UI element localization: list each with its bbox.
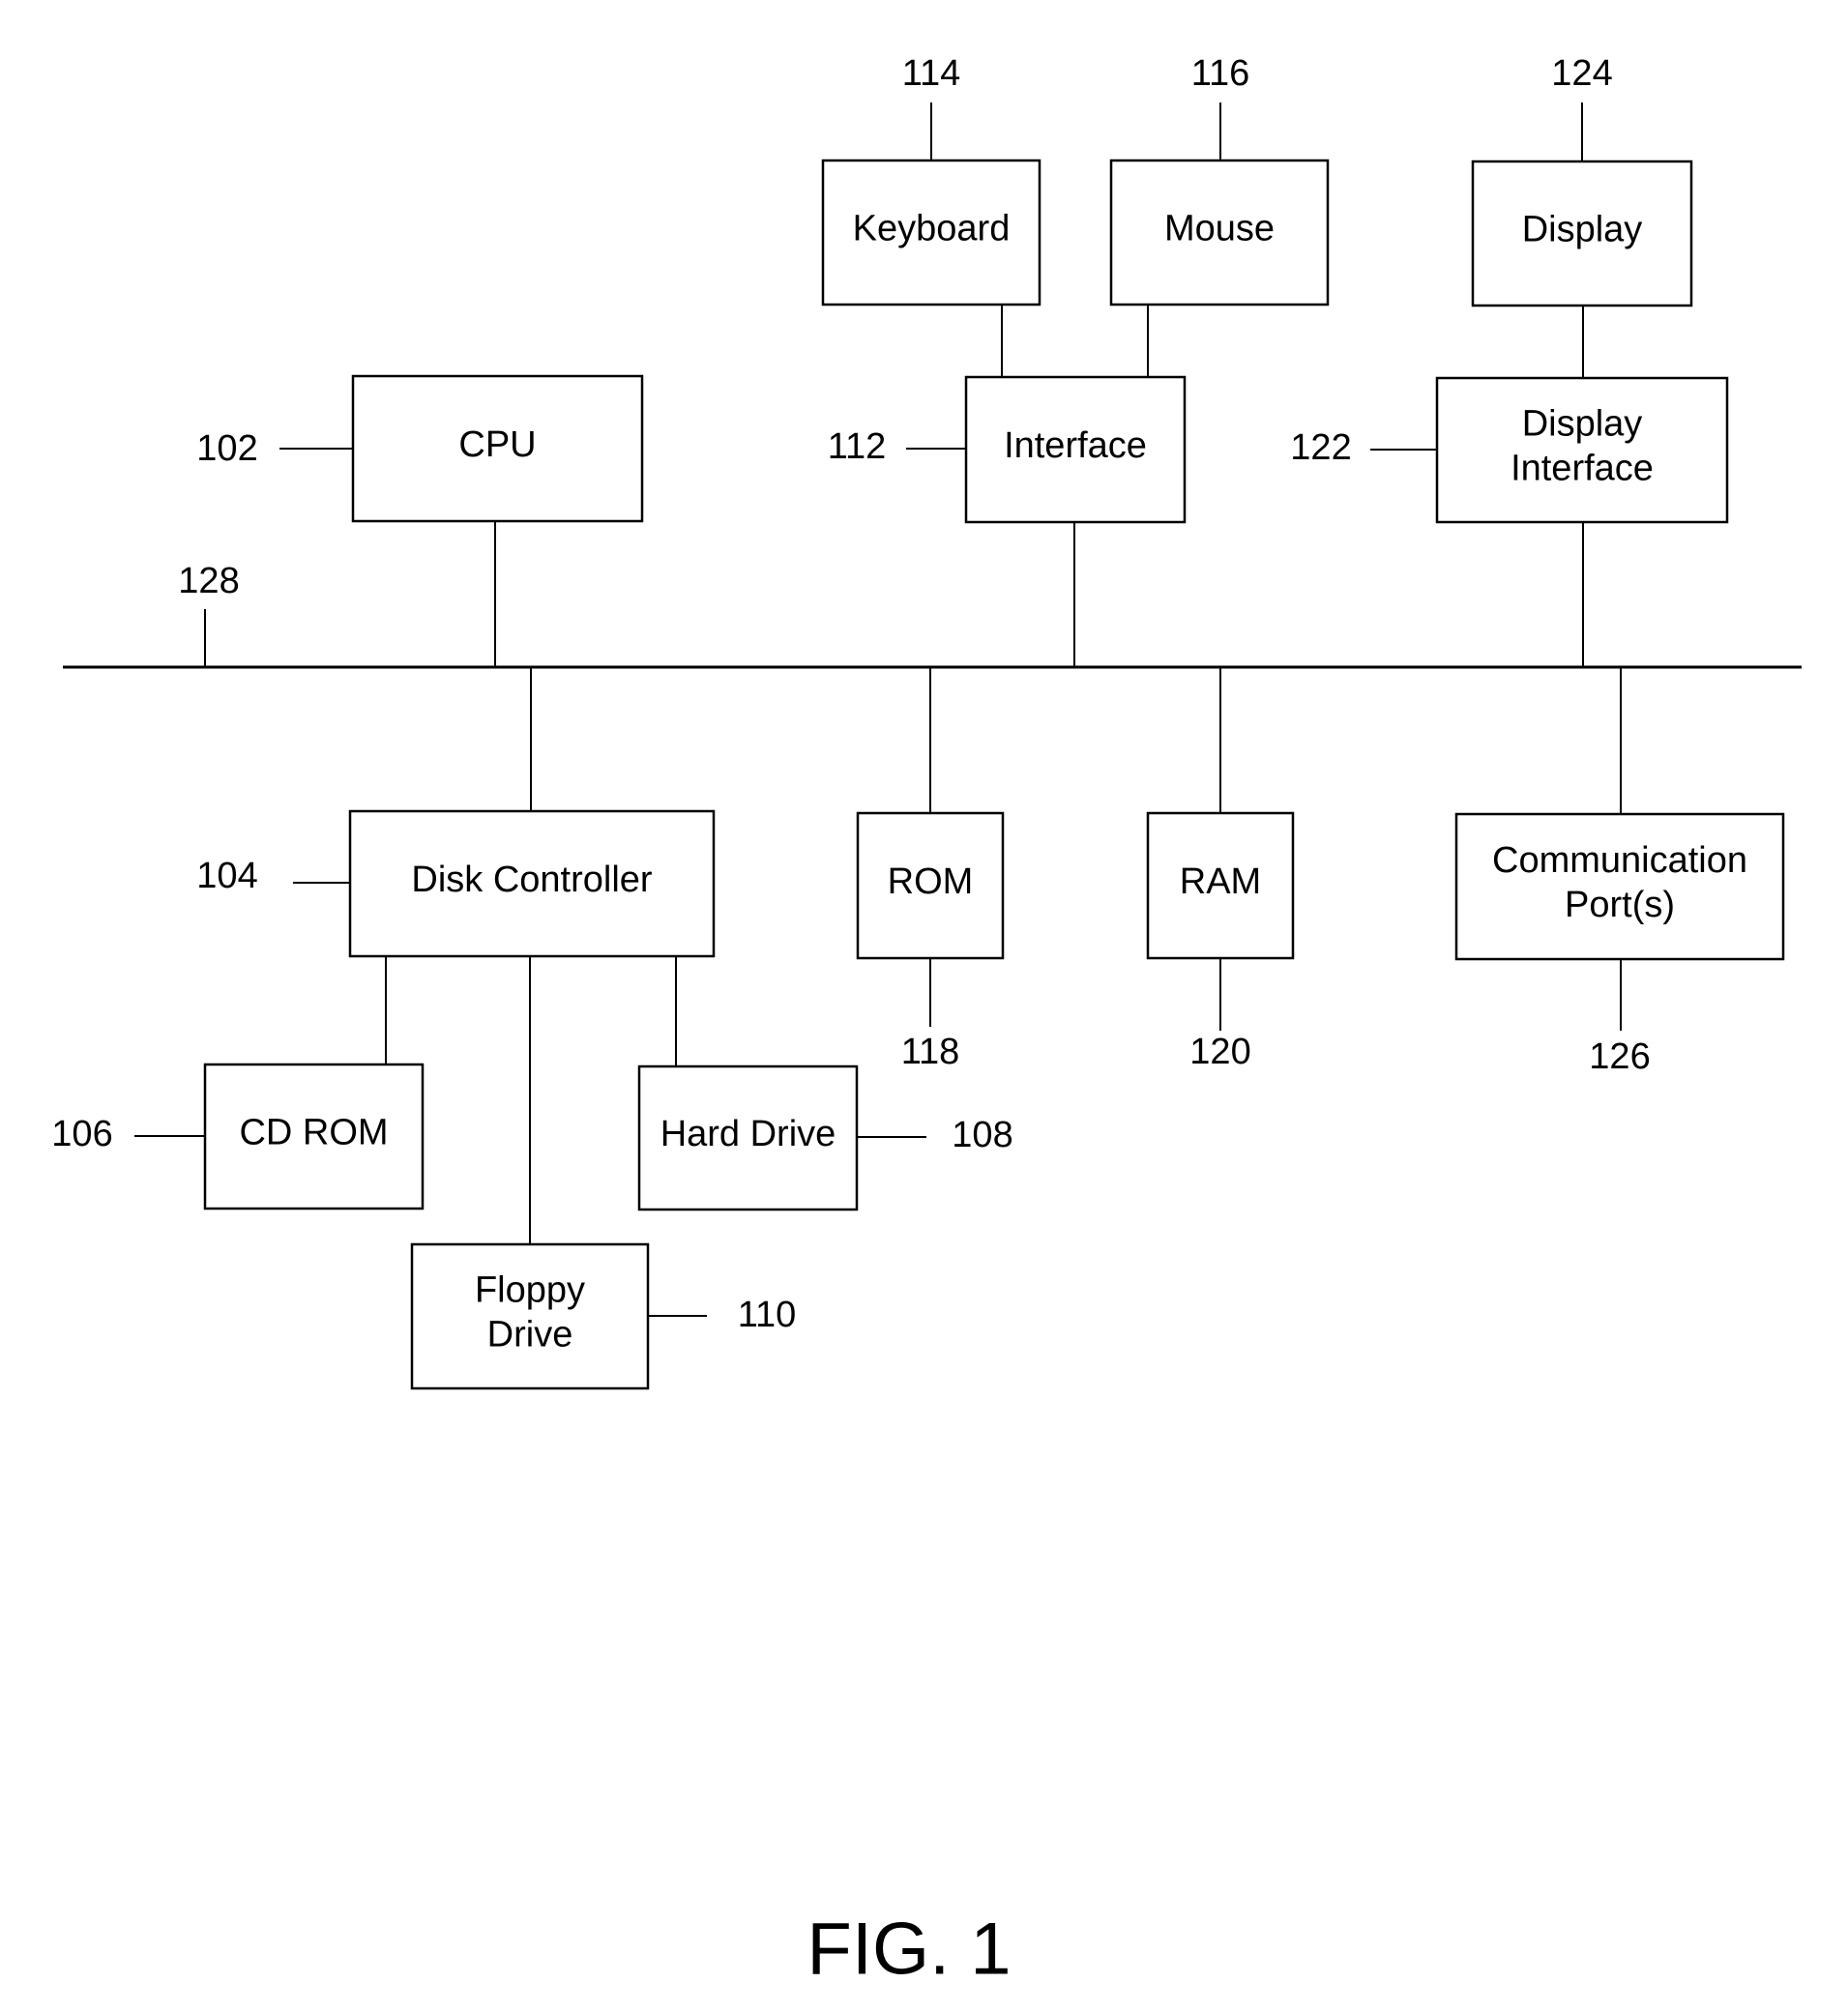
display-interface-block: DisplayInterface 122 xyxy=(1290,376,1729,524)
cpu-ref-label: 102 xyxy=(196,428,257,469)
hard-drive-ref-label: 108 xyxy=(952,1115,1012,1155)
hard-drive-block: Hard Drive 108 xyxy=(637,1064,1013,1211)
interface-block: Interface 112 xyxy=(828,375,1187,524)
communication-ports-label: Port(s) xyxy=(1565,885,1675,925)
communication-ports-block: CommunicationPort(s) 126 xyxy=(1454,812,1785,1077)
ram-ref-label: 120 xyxy=(1189,1032,1250,1072)
floppy-drive-block: FloppyDrive 110 xyxy=(410,1242,797,1390)
display-ref-label: 124 xyxy=(1551,53,1612,94)
cpu-label: CPU xyxy=(458,424,536,465)
display-interface-label: Interface xyxy=(1511,449,1654,489)
display-label: Display xyxy=(1522,210,1643,250)
keyboard-label: Keyboard xyxy=(853,209,1011,249)
floppy-drive-ref-label: 110 xyxy=(738,1295,797,1335)
floppy-drive-label: Floppy xyxy=(475,1270,585,1311)
mouse-block: Mouse 116 xyxy=(1109,53,1330,306)
cd-rom-ref-label: 106 xyxy=(51,1114,112,1154)
rom-block: ROM 118 xyxy=(856,811,1005,1072)
cd-rom-block: CD ROM 106 xyxy=(51,1063,425,1210)
rom-ref-label: 118 xyxy=(901,1032,960,1072)
keyboard-ref-label: 114 xyxy=(902,53,961,94)
hard-drive-label: Hard Drive xyxy=(660,1114,836,1154)
interface-ref-label: 112 xyxy=(828,426,887,467)
floppy-drive-label: Drive xyxy=(487,1315,573,1356)
mouse-ref-label: 116 xyxy=(1191,53,1250,94)
figure-caption: FIG. 1 xyxy=(807,1909,1011,1991)
keyboard-block: Keyboard 114 xyxy=(821,53,1041,306)
ram-block: RAM 120 xyxy=(1146,811,1295,1072)
communication-ports-label: Communication xyxy=(1492,840,1747,881)
display-interface-ref-label: 122 xyxy=(1290,427,1351,468)
communication-ports-ref-label: 126 xyxy=(1589,1036,1650,1077)
rom-label: ROM xyxy=(888,861,974,902)
display-interface-label: Display xyxy=(1522,404,1643,445)
mouse-label: Mouse xyxy=(1164,209,1275,249)
disk-controller-ref-label: 104 xyxy=(196,856,257,896)
cpu-block: CPU 102 xyxy=(196,374,644,523)
disk-controller-label: Disk Controller xyxy=(411,860,653,900)
cd-rom-label: CD ROM xyxy=(239,1113,388,1153)
computer-system-block-diagram: 128 CPU 102 Keyboard 114 Mouse 116 Display 1… xyxy=(51,53,1802,1991)
display-block: Display 124 xyxy=(1471,53,1693,307)
ram-label: RAM xyxy=(1180,861,1261,902)
disk-controller-block: Disk Controller 104 xyxy=(196,809,716,958)
interface-label: Interface xyxy=(1004,425,1147,466)
bus-ref-label: 128 xyxy=(178,561,239,601)
